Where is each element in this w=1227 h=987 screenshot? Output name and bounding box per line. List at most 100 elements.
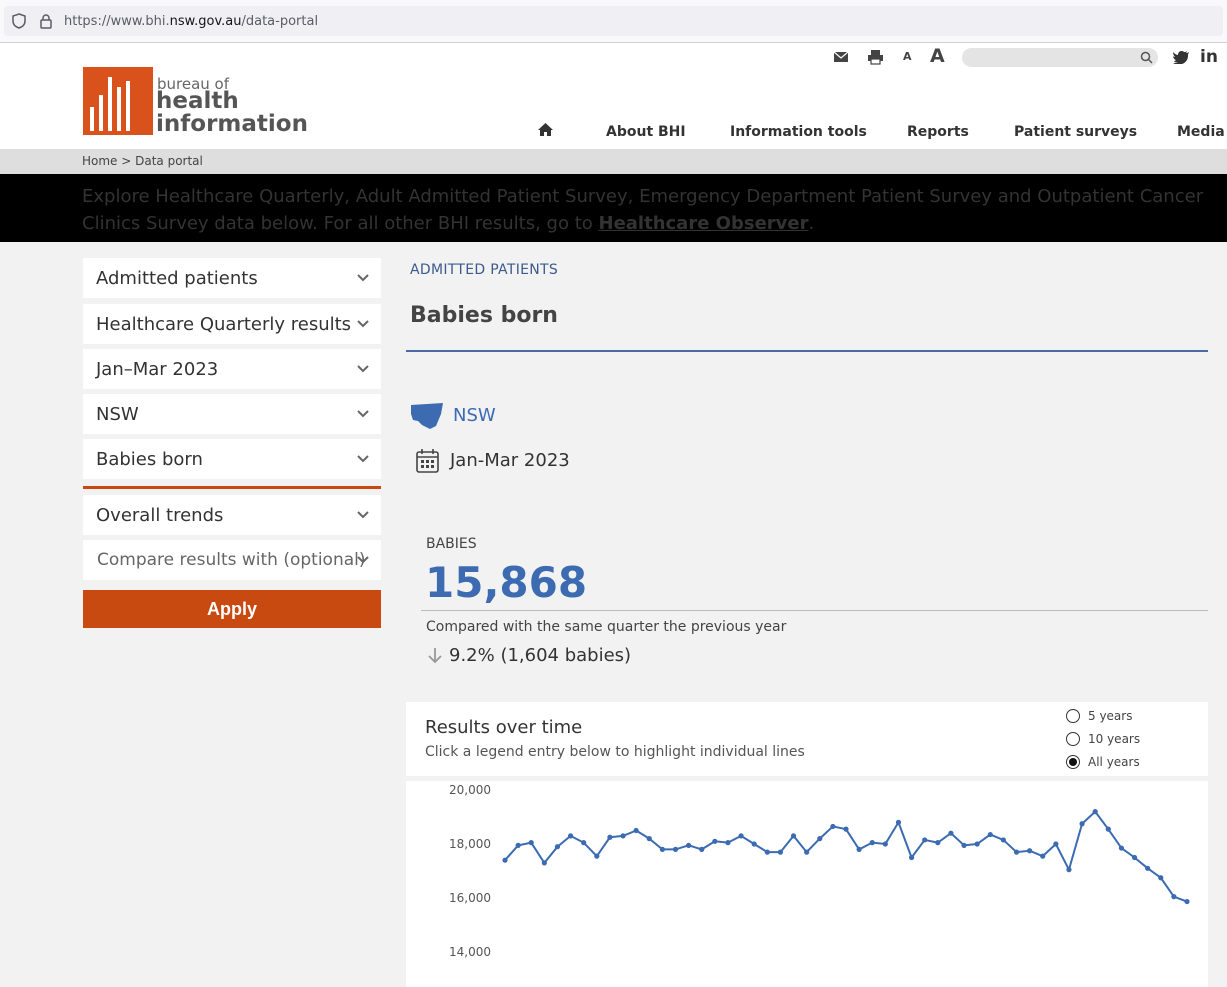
stat-compare-text: Compared with the same quarter the previ…: [426, 619, 787, 635]
region-label: NSW: [453, 405, 496, 426]
data-point[interactable]: [922, 837, 928, 843]
data-point[interactable]: [515, 842, 521, 848]
data-point[interactable]: [1040, 853, 1046, 859]
data-point[interactable]: [672, 846, 679, 852]
dropdown-topic[interactable]: Admitted patients: [83, 258, 381, 298]
data-point[interactable]: [856, 846, 862, 852]
nav-patient-surveys[interactable]: Patient surveys: [1014, 124, 1137, 140]
data-point[interactable]: [935, 840, 941, 846]
data-point[interactable]: [830, 823, 836, 830]
data-point[interactable]: [567, 833, 574, 839]
data-point[interactable]: [620, 833, 626, 839]
data-point[interactable]: [1053, 841, 1059, 847]
range-all-years[interactable]: All years: [1066, 754, 1196, 772]
dropdown-results[interactable]: Healthcare Quarterly results: [83, 304, 381, 344]
banner-text: Explore Healthcare Quarterly, Adult Admi…: [82, 186, 1204, 234]
data-point[interactable]: [659, 846, 665, 852]
data-point[interactable]: [607, 834, 613, 840]
data-point[interactable]: [1145, 865, 1151, 871]
chevron-down-icon: [357, 320, 369, 328]
data-point[interactable]: [1079, 821, 1085, 827]
bhi-logo-icon[interactable]: [83, 67, 153, 135]
data-point[interactable]: [1092, 809, 1098, 815]
section-eyebrow: ADMITTED PATIENTS: [410, 262, 559, 278]
data-point[interactable]: [502, 857, 508, 863]
y-tick-label: 20,000: [449, 783, 491, 797]
data-point[interactable]: [594, 853, 600, 859]
search-icon[interactable]: [1140, 51, 1153, 64]
data-point[interactable]: [961, 842, 967, 848]
data-point[interactable]: [1184, 898, 1190, 905]
data-point[interactable]: [738, 833, 744, 839]
url-text[interactable]: https://www.bhi.nsw.gov.au/data-portal: [64, 14, 318, 29]
chevron-down-icon: [357, 410, 369, 418]
data-point[interactable]: [751, 841, 757, 847]
chevron-down-icon: [357, 365, 369, 373]
dropdown-period[interactable]: Jan–Mar 2023: [83, 349, 381, 389]
data-point[interactable]: [895, 819, 902, 825]
home-icon[interactable]: [537, 122, 554, 137]
apply-button[interactable]: Apply: [83, 590, 381, 628]
dropdown-trend[interactable]: Overall trends: [83, 495, 381, 535]
series-line[interactable]: [504, 810, 1188, 903]
stat-divider: [421, 610, 1208, 611]
nav-about-bhi[interactable]: About BHI: [606, 124, 686, 140]
data-point[interactable]: [633, 827, 639, 834]
chevron-down-icon: [357, 274, 369, 282]
data-point[interactable]: [686, 842, 692, 848]
data-point[interactable]: [712, 838, 718, 844]
data-point[interactable]: [1027, 848, 1033, 854]
print-icon[interactable]: [867, 49, 884, 65]
chevron-down-icon: [357, 455, 369, 463]
email-icon[interactable]: [833, 50, 849, 64]
data-point[interactable]: [974, 841, 980, 847]
font-increase-icon[interactable]: A: [930, 45, 945, 67]
data-point[interactable]: [1158, 875, 1164, 881]
data-point[interactable]: [790, 833, 797, 839]
data-point[interactable]: [804, 849, 810, 855]
logo-text-health: health: [156, 88, 239, 114]
dropdown-measure[interactable]: Babies born: [83, 439, 381, 479]
data-point[interactable]: [1131, 854, 1138, 861]
range-10-years[interactable]: 10 years: [1066, 731, 1196, 749]
dropdown-compare[interactable]: Compare results with (optional): [83, 540, 381, 580]
data-point[interactable]: [1013, 849, 1020, 855]
linkedin-icon[interactable]: in: [1200, 47, 1218, 67]
data-point[interactable]: [908, 854, 915, 861]
twitter-icon[interactable]: [1173, 50, 1190, 64]
stat-value: 15,868: [425, 558, 588, 607]
data-point[interactable]: [948, 830, 954, 836]
lock-icon[interactable]: [39, 13, 53, 29]
data-point[interactable]: [882, 841, 888, 847]
data-point[interactable]: [869, 840, 875, 846]
data-point[interactable]: [843, 826, 849, 832]
data-point[interactable]: [581, 840, 587, 846]
data-point[interactable]: [699, 846, 705, 852]
data-point[interactable]: [777, 849, 784, 855]
font-decrease-icon[interactable]: A: [903, 50, 912, 63]
nav-information-tools[interactable]: Information tools: [730, 124, 867, 140]
range-5-years[interactable]: 5 years: [1066, 708, 1196, 726]
data-point[interactable]: [725, 840, 731, 846]
search-input[interactable]: [962, 48, 1158, 67]
data-point[interactable]: [1105, 826, 1111, 832]
data-point[interactable]: [646, 836, 652, 842]
data-point[interactable]: [1000, 837, 1006, 843]
data-point[interactable]: [1118, 845, 1125, 851]
data-point[interactable]: [764, 849, 770, 855]
y-tick-label: 16,000: [449, 891, 491, 905]
data-point[interactable]: [541, 860, 547, 866]
data-point[interactable]: [1171, 894, 1177, 900]
calendar-icon: [416, 449, 439, 473]
data-point[interactable]: [1066, 867, 1072, 873]
nav-reports[interactable]: Reports: [907, 124, 969, 140]
nav-media[interactable]: Media: [1177, 124, 1225, 140]
shield-icon[interactable]: [11, 13, 27, 29]
data-point[interactable]: [528, 840, 534, 846]
healthcare-observer-link[interactable]: Healthcare Observer: [599, 213, 809, 234]
data-point[interactable]: [554, 844, 561, 850]
data-point[interactable]: [817, 836, 823, 842]
breadcrumb[interactable]: Home > Data portal: [82, 154, 203, 168]
data-point[interactable]: [987, 831, 993, 838]
dropdown-region[interactable]: NSW: [83, 394, 381, 434]
